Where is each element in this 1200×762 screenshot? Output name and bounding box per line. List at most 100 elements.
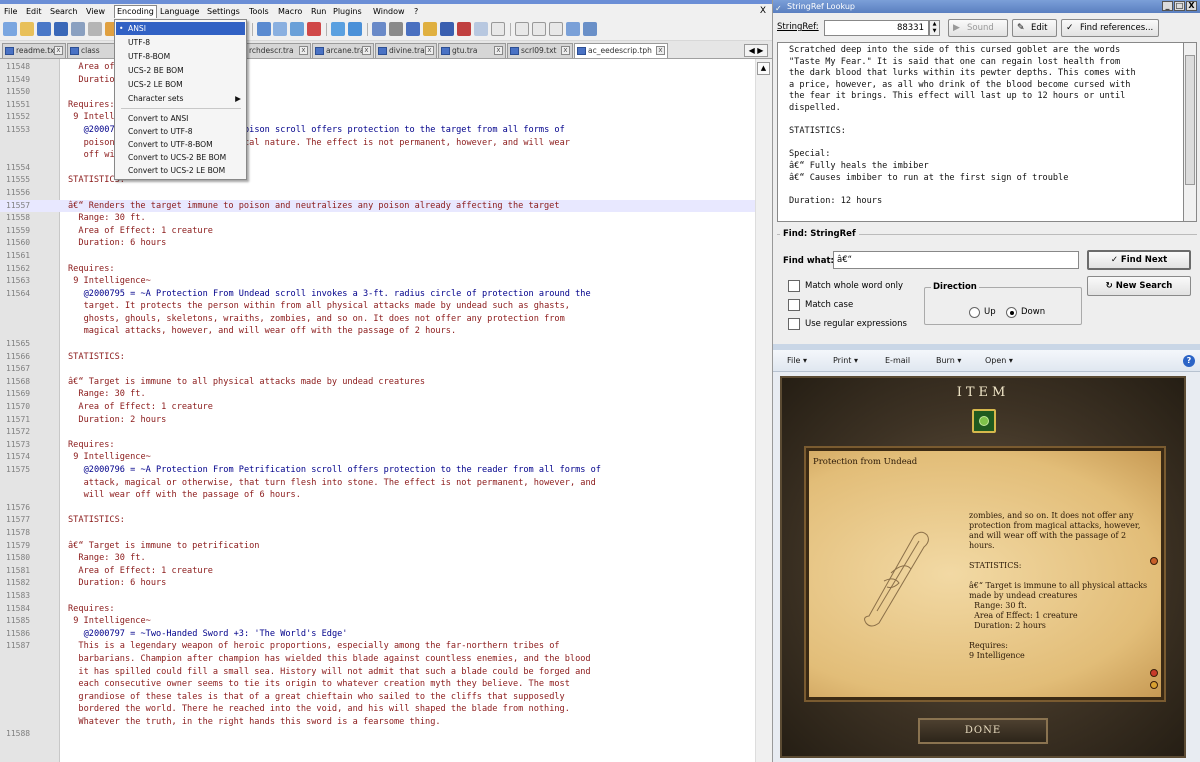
open-file-icon[interactable] — [20, 22, 34, 36]
cmd-open[interactable]: Open ▾ — [985, 355, 1013, 367]
tab-close-icon[interactable]: x — [425, 46, 434, 55]
cmd-file[interactable]: File ▾ — [787, 355, 807, 367]
play-macro-icon[interactable] — [549, 22, 563, 36]
convert-to-ucs2-le-bom[interactable]: Convert to UCS-2 LE BOM — [116, 164, 245, 177]
menu-help[interactable]: ? — [412, 6, 420, 17]
tab-class[interactable]: class — [67, 43, 115, 58]
menu-edit[interactable]: Edit — [24, 6, 44, 17]
string-text-area[interactable]: Scratched deep into the side of this cur… — [777, 42, 1184, 222]
tab-close-icon[interactable]: x — [54, 46, 63, 55]
tab-close-icon[interactable]: x — [494, 46, 503, 55]
stringref-spinner[interactable]: ▲ ▼ — [929, 20, 940, 36]
stop-macro-icon[interactable] — [532, 22, 546, 36]
sync-horizontal-icon[interactable] — [348, 22, 362, 36]
sound-button[interactable]: ▶ Sound — [948, 19, 1008, 37]
lang-define-icon[interactable] — [423, 22, 437, 36]
encoding-ansi[interactable]: • ANSI — [116, 22, 245, 35]
cmd-print[interactable]: Print ▾ — [833, 355, 858, 367]
find-what-input[interactable]: â€“ — [833, 251, 1079, 269]
text-area-scrollbar[interactable] — [1184, 42, 1197, 222]
new-file-icon[interactable] — [3, 22, 17, 36]
record-macro-icon[interactable] — [515, 22, 529, 36]
save-icon[interactable] — [37, 22, 51, 36]
tab-close-icon[interactable]: x — [362, 46, 371, 55]
tab-close-icon[interactable]: x — [561, 46, 570, 55]
zoom-out-icon[interactable] — [307, 22, 321, 36]
menu-plugins[interactable]: Plugins — [331, 6, 364, 17]
menu-macro[interactable]: Macro — [276, 6, 304, 17]
encoding-ucs2-le-bom[interactable]: UCS-2 LE BOM — [116, 78, 245, 91]
encoding-ucs2-be-bom[interactable]: UCS-2 BE BOM — [116, 64, 245, 77]
replace-icon[interactable] — [273, 22, 287, 36]
tab-scroll-arrows[interactable]: ◀ ▶ — [744, 44, 768, 57]
tab-ac-eedescrip[interactable]: ac_eedescrip.tph x — [574, 43, 668, 58]
show-all-chars-icon[interactable] — [389, 22, 403, 36]
find-references-button[interactable]: ✓ Find references... — [1061, 19, 1159, 37]
encoding-utf8[interactable]: UTF-8 — [116, 36, 245, 49]
direction-down-radio[interactable] — [1006, 307, 1017, 318]
monitoring-icon[interactable] — [491, 22, 505, 36]
run-macro-multiple-icon[interactable] — [566, 22, 580, 36]
match-whole-word-checkbox[interactable] — [788, 280, 800, 292]
close-icon[interactable]: X — [1186, 1, 1197, 11]
menu-settings[interactable]: Settings — [205, 6, 242, 17]
save-macro-icon[interactable] — [583, 22, 597, 36]
spin-down-icon[interactable]: ▼ — [930, 28, 939, 35]
tab-readme[interactable]: readme.txt x — [2, 43, 66, 58]
save-all-icon[interactable] — [54, 22, 68, 36]
tab-scrl09[interactable]: scrl09.txt x — [507, 43, 573, 58]
word-wrap-icon[interactable] — [372, 22, 386, 36]
done-button[interactable]: DONE — [918, 718, 1048, 744]
indent-guide-icon[interactable] — [406, 22, 420, 36]
menu-encoding[interactable]: Encoding — [114, 5, 157, 18]
close-document-icon[interactable]: X — [760, 6, 766, 17]
tab-close-icon[interactable]: x — [299, 46, 308, 55]
match-case-checkbox[interactable] — [788, 299, 800, 311]
stringref-input[interactable]: 88331 — [824, 20, 929, 36]
find-next-button[interactable]: ✓ Find Next — [1087, 250, 1191, 270]
convert-to-ansi[interactable]: Convert to ANSI — [116, 112, 245, 125]
function-list-icon[interactable] — [457, 22, 471, 36]
menu-language[interactable]: Language — [158, 6, 201, 17]
new-search-button[interactable]: ↻ New Search — [1087, 276, 1191, 296]
convert-to-ucs2-be-bom[interactable]: Convert to UCS-2 BE BOM — [116, 151, 245, 164]
scroll-down-gem-icon[interactable] — [1150, 669, 1158, 677]
encoding-utf8-bom[interactable]: UTF-8-BOM — [116, 50, 245, 63]
zoom-in-icon[interactable] — [290, 22, 304, 36]
print-icon[interactable] — [88, 22, 102, 36]
doc-map-icon[interactable] — [440, 22, 454, 36]
edit-button[interactable]: ✎ Edit — [1012, 19, 1057, 37]
scroll-end-gem-icon[interactable] — [1150, 681, 1158, 689]
tab-gtu[interactable]: gtu.tra x — [438, 43, 506, 58]
convert-to-utf8-bom[interactable]: Convert to UTF-8-BOM — [116, 138, 245, 151]
menu-run[interactable]: Run — [309, 6, 328, 17]
direction-up-radio[interactable] — [969, 307, 980, 318]
spin-up-icon[interactable]: ▲ — [930, 21, 939, 28]
find-icon[interactable] — [257, 22, 271, 36]
folder-workspace-icon[interactable] — [474, 22, 488, 36]
tab-rchdescr[interactable]: rchdescr.tra x — [245, 43, 311, 58]
convert-to-utf8[interactable]: Convert to UTF-8 — [116, 125, 245, 138]
line-text: Requires: — [68, 603, 115, 614]
menu-tools[interactable]: Tools — [247, 6, 271, 17]
maximize-icon[interactable]: □ — [1174, 1, 1185, 11]
editor-scrollbar[interactable]: ▲ — [755, 59, 772, 762]
menu-file[interactable]: File — [2, 6, 19, 17]
scroll-thumb[interactable] — [1185, 55, 1195, 185]
minimize-icon[interactable]: _ — [1162, 1, 1173, 11]
cmd-email[interactable]: E-mail — [885, 355, 910, 367]
menu-search[interactable]: Search — [48, 6, 79, 17]
menu-view[interactable]: View — [84, 6, 107, 17]
close-file-icon[interactable] — [71, 22, 85, 36]
scroll-up-arrow-icon[interactable]: ▲ — [757, 62, 770, 75]
use-regex-checkbox[interactable] — [788, 318, 800, 330]
tab-divine[interactable]: divine.tra x — [375, 43, 437, 58]
encoding-character-sets[interactable]: Character sets ▶ — [116, 92, 245, 105]
menu-window[interactable]: Window — [371, 6, 407, 17]
cmd-burn[interactable]: Burn ▾ — [936, 355, 961, 367]
tab-arcane[interactable]: arcane.tra x — [312, 43, 374, 58]
scroll-up-gem-icon[interactable] — [1150, 557, 1158, 565]
help-icon[interactable]: ? — [1183, 355, 1195, 367]
sync-vertical-icon[interactable] — [331, 22, 345, 36]
tab-close-icon[interactable]: x — [656, 46, 665, 55]
